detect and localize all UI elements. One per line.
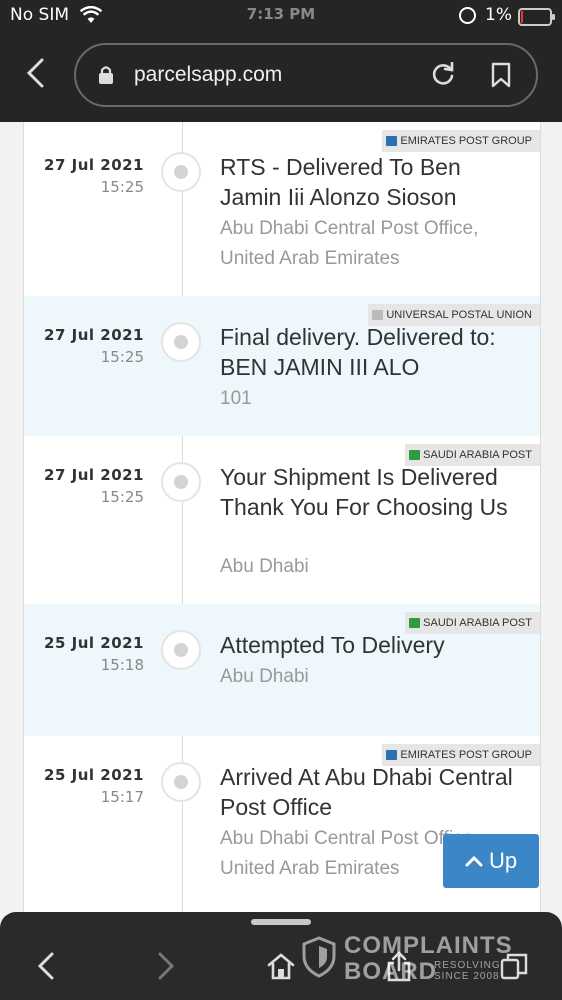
event-time: 15:25	[100, 178, 144, 196]
event-date: 25 Jul 2021	[44, 766, 144, 784]
drag-handle[interactable]	[251, 919, 311, 925]
watermark-line1: COMPLAINTS	[344, 932, 513, 959]
chevron-up-icon	[465, 850, 483, 873]
event-status: Attempted To Delivery	[220, 632, 445, 658]
nav-forward-icon[interactable]	[156, 952, 176, 984]
tracking-event: SAUDI ARABIA POST 25 Jul 2021 15:18 Atte…	[24, 604, 540, 736]
event-status: Your Shipment Is Delivered Thank You For…	[220, 464, 508, 520]
event-location: Abu Dhabi	[220, 556, 309, 577]
home-icon[interactable]	[266, 952, 296, 984]
event-date: 27 Jul 2021	[44, 156, 144, 174]
tracking-event: EMIRATES POST GROUP 27 Jul 2021 15:25 RT…	[24, 122, 540, 296]
event-date: 25 Jul 2021	[44, 634, 144, 652]
up-button-label: Up	[488, 848, 518, 873]
event-time: 15:17	[100, 788, 144, 806]
emirates-post-flag-icon	[386, 136, 398, 146]
address-bar[interactable]: parcelsapp.com	[74, 43, 538, 107]
saudi-post-flag-icon	[409, 450, 421, 460]
tracking-event: UNIVERSAL POSTAL UNION 27 Jul 2021 15:25…	[24, 296, 540, 436]
event-status: RTS - Delivered To Ben Jamin Iii Alonzo …	[220, 154, 461, 210]
timeline-dot	[161, 630, 201, 670]
source-badge: EMIRATES POST GROUP	[382, 130, 540, 152]
nav-back-icon[interactable]	[36, 952, 56, 984]
timeline-dot	[161, 152, 201, 192]
url-text: parcelsapp.com	[134, 63, 283, 86]
browser-back-icon[interactable]	[24, 58, 46, 88]
bookmark-icon[interactable]	[490, 62, 512, 92]
clock: 7:13 PM	[246, 5, 316, 23]
browser-bottom-toolbar: COMPLAINTS BOARD RESOLVING SINCE 2008	[0, 912, 562, 1000]
event-location: Abu Dhabi	[220, 666, 309, 687]
event-location: Abu Dhabi Central Post Office, United Ar…	[220, 218, 479, 269]
event-status: Arrived At Abu Dhabi Central Post Office	[220, 764, 513, 820]
scroll-up-button[interactable]: Up	[443, 834, 539, 888]
shield-logo-icon	[302, 936, 336, 983]
event-time: 15:18	[100, 656, 144, 674]
event-location: 101	[220, 388, 252, 409]
upu-flag-icon	[372, 310, 384, 320]
tracking-event: SAUDI ARABIA POST 27 Jul 2021 15:25 Your…	[24, 436, 540, 604]
timeline-dot	[161, 322, 201, 362]
emirates-post-flag-icon	[386, 750, 398, 760]
timeline-dot	[161, 762, 201, 802]
rotation-lock-icon	[459, 7, 476, 24]
event-date: 27 Jul 2021	[44, 466, 144, 484]
event-status: Final delivery. Delivered to: BEN JAMIN …	[220, 324, 496, 380]
saudi-post-flag-icon	[409, 618, 421, 628]
tracking-timeline: EMIRATES POST GROUP 27 Jul 2021 15:25 RT…	[23, 122, 541, 912]
watermark-tagline: RESOLVING SINCE 2008	[434, 960, 501, 982]
lock-icon	[98, 65, 114, 89]
watermark-line2: BOARD	[344, 958, 437, 985]
event-date: 27 Jul 2021	[44, 326, 144, 344]
browser-top-bar: No SIM 7:13 PM 1% parcelsapp.com	[0, 0, 562, 122]
timeline-dot	[161, 462, 201, 502]
event-time: 15:25	[100, 348, 144, 366]
reload-icon[interactable]	[430, 61, 456, 92]
battery-icon	[518, 8, 555, 26]
battery-percent: 1%	[485, 5, 512, 25]
status-bar: No SIM 7:13 PM 1%	[0, 0, 562, 32]
event-time: 15:25	[100, 488, 144, 506]
